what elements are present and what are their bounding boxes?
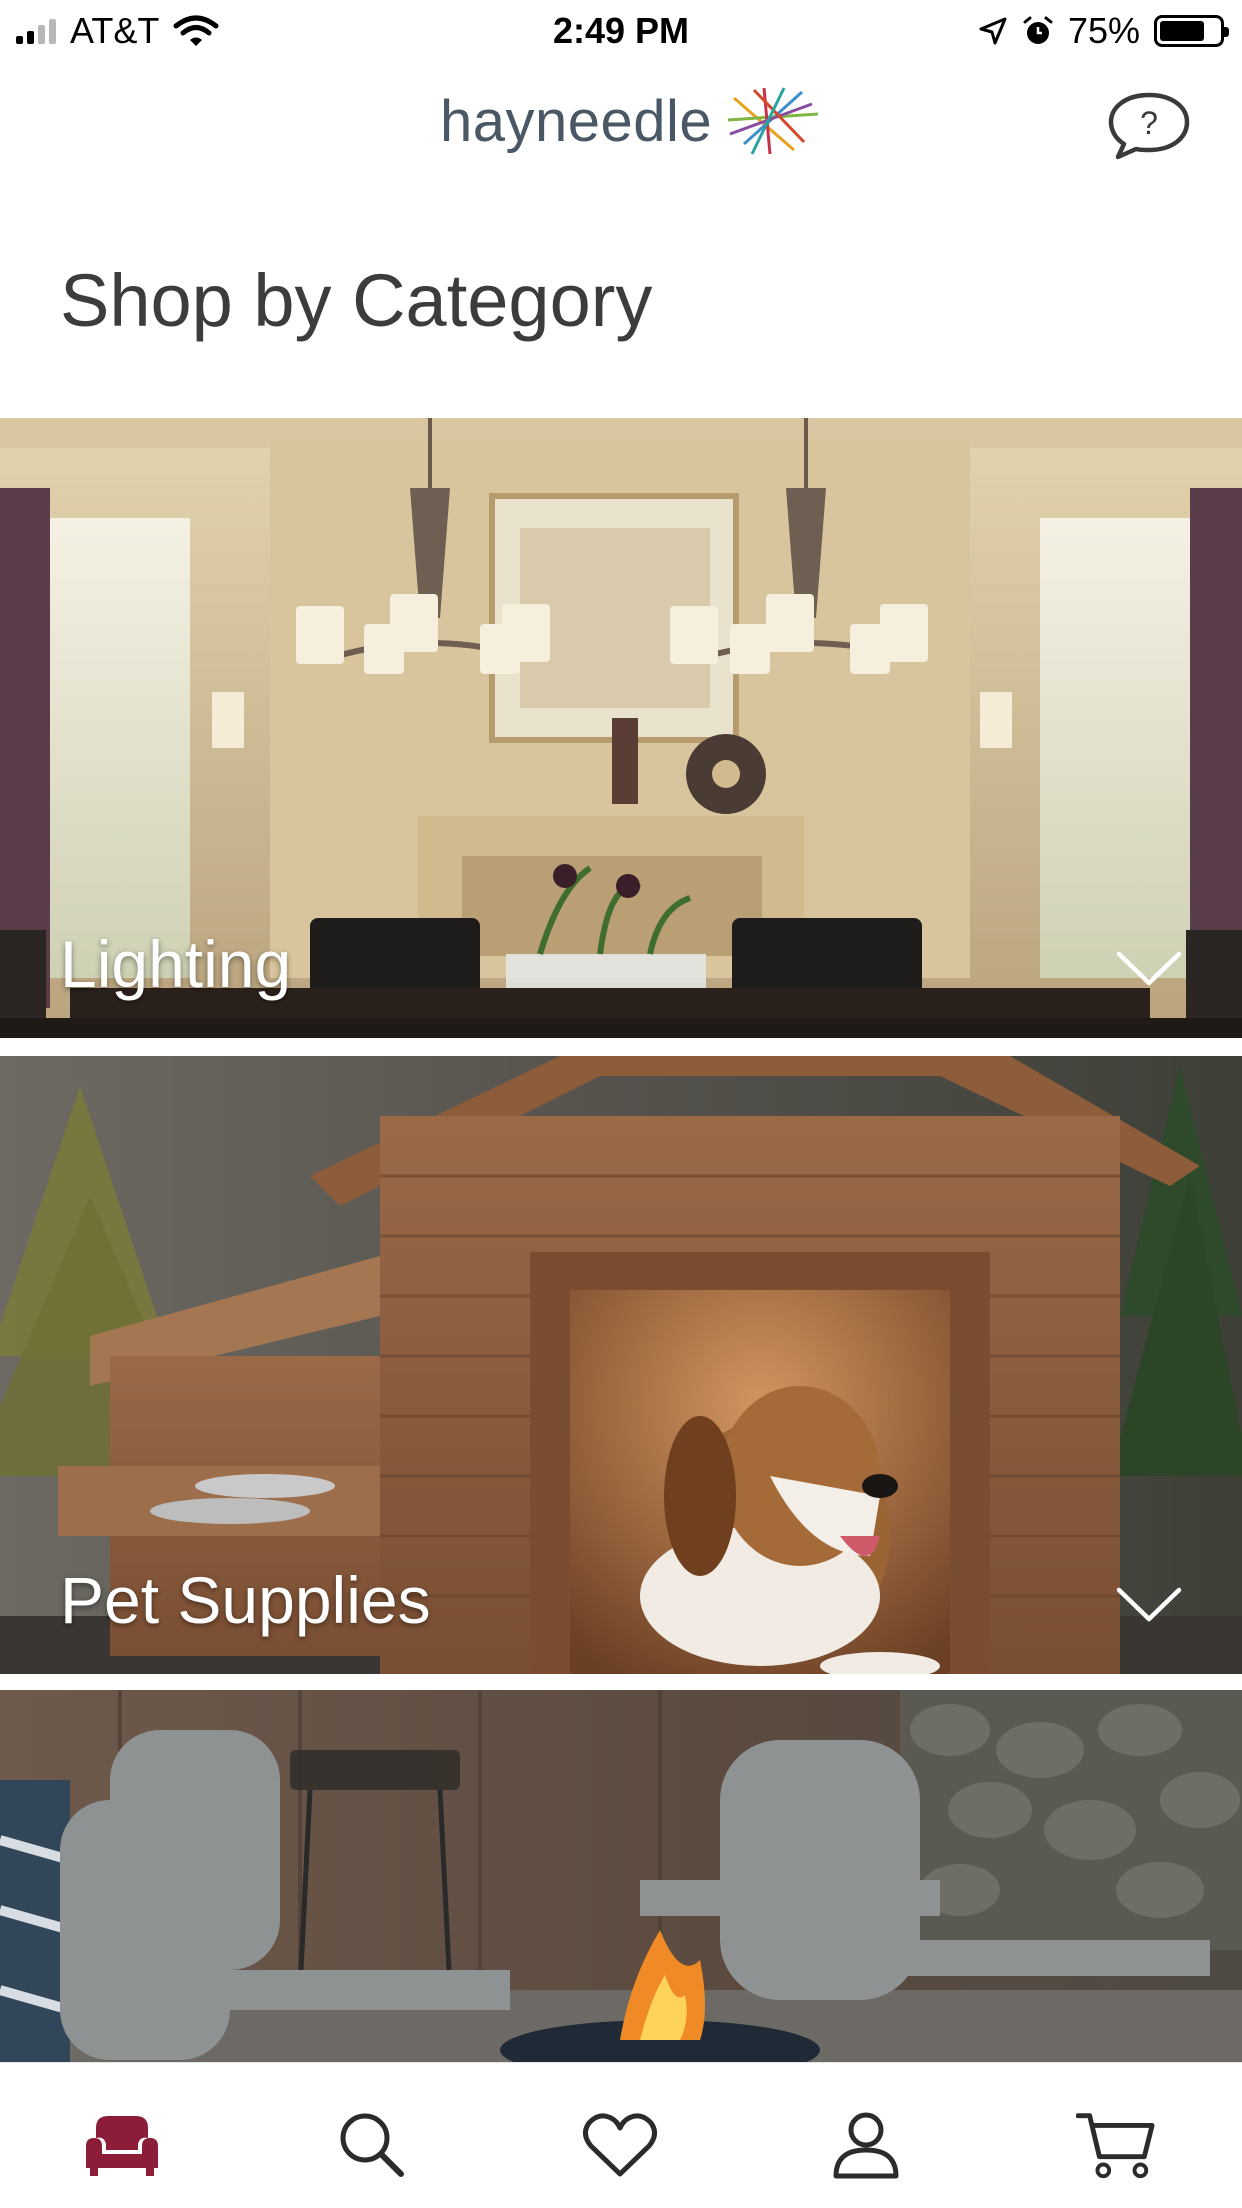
outdoor-category-image (0, 1690, 1242, 2062)
account-icon (833, 2112, 899, 2179)
logo-wordmark: hayneedle (440, 88, 713, 154)
page-title: Shop by Category (60, 259, 653, 342)
tab-favorites[interactable] (580, 2107, 660, 2183)
heart-icon (583, 2113, 657, 2177)
category-card-pet-supplies[interactable]: Pet Supplies (0, 1056, 1242, 1674)
needle-logo-icon (728, 87, 819, 155)
chevron-down-icon[interactable] (1116, 950, 1182, 988)
help-chat-icon[interactable]: ? (1106, 90, 1192, 162)
bottom-tab-bar (0, 2062, 1242, 2208)
battery-level-fill (1160, 21, 1204, 41)
chevron-down-icon[interactable] (1116, 1586, 1182, 1624)
category-label: Lighting (60, 927, 292, 1001)
battery-percent: 75% (1067, 10, 1140, 51)
svg-text:?: ? (1140, 105, 1158, 141)
status-right: 75% (978, 10, 1229, 52)
category-label: Pet Supplies (60, 1563, 431, 1637)
tab-account[interactable] (826, 2107, 906, 2183)
app-header: hayneedle ? (0, 62, 1242, 190)
alarm-icon (1023, 16, 1053, 44)
tab-home[interactable] (82, 2107, 162, 2183)
search-icon (340, 2113, 404, 2177)
cart-icon (1076, 2113, 1155, 2179)
tab-cart[interactable] (1076, 2107, 1156, 2183)
tab-search[interactable] (332, 2107, 412, 2183)
location-arrow-icon (979, 17, 1007, 45)
battery-icon (1154, 15, 1229, 47)
sofa-icon (86, 2116, 158, 2176)
category-card-lighting[interactable]: Lighting (0, 418, 1242, 1038)
category-card-outdoor[interactable] (0, 1690, 1242, 2062)
status-bar: AT&T 2:49 PM 75% (0, 0, 1242, 62)
hayneedle-logo[interactable]: hayneedle (440, 84, 824, 158)
